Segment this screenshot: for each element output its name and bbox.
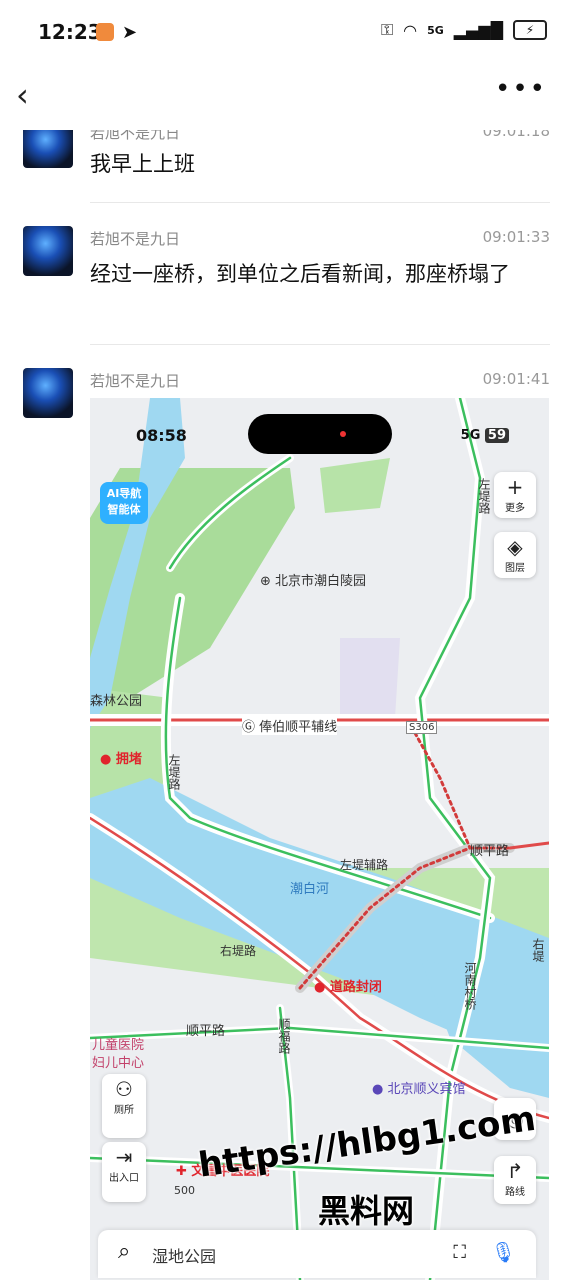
children-hospital-label: 儿童医院 xyxy=(92,1038,145,1053)
layers-icon: ◈ xyxy=(507,535,523,559)
map-status-network: 5G 59 xyxy=(461,428,509,443)
route-button[interactable]: ↱ 路线 xyxy=(494,1156,536,1204)
road-main-label: Ⓖ 俸伯顺平辅线 xyxy=(242,716,338,735)
ai-badge-line2: 智能体 xyxy=(107,503,141,516)
right-bank-road-label: 右堤路 xyxy=(220,944,257,958)
toilet-label: 厕所 xyxy=(114,1105,134,1116)
sender-name: 若旭不是九日 xyxy=(90,230,181,248)
park-label: ⊕ 北京市潮白陵园 xyxy=(260,574,367,589)
shunping-road-label: 顺平路 xyxy=(470,844,510,859)
dynamic-island xyxy=(248,414,392,454)
right-bank-label-2: 右堤 xyxy=(531,938,545,962)
wifi-icon: ◠ xyxy=(403,20,418,40)
message-time: 09:01:41 xyxy=(482,370,550,388)
scroll-mask xyxy=(0,122,573,130)
left-bank-aux-label: 左堤辅路 xyxy=(340,858,389,872)
watermark-site-name: 黑料网 xyxy=(318,1192,415,1230)
battery-icon: ⚡ xyxy=(513,20,547,40)
network-label: 5G xyxy=(427,23,444,37)
divider xyxy=(90,344,550,345)
avatar[interactable] xyxy=(23,124,73,168)
route-icon: ↱ xyxy=(506,1159,524,1183)
voice-icon[interactable]: 🎙 xyxy=(491,1240,516,1264)
shunfu-road-label: 顺福路 xyxy=(277,1018,291,1054)
divider xyxy=(90,202,550,203)
left-bank-road-label: 左堤路 xyxy=(477,478,491,514)
telegram-icon: ➤ xyxy=(122,22,138,43)
avatar[interactable] xyxy=(23,368,73,418)
layers-button[interactable]: ◈ 图层 xyxy=(494,532,536,578)
back-icon[interactable]: ‹ xyxy=(16,76,29,114)
route-label: 路线 xyxy=(505,1187,525,1198)
scale-label: 500 xyxy=(174,1184,195,1197)
entrance-button[interactable]: ⇥ 出入口 xyxy=(102,1142,146,1202)
ai-badge-line1: AI导航 xyxy=(106,487,142,500)
search-placeholder: 湿地公园 xyxy=(152,1247,217,1266)
avatar[interactable] xyxy=(23,226,73,276)
message-text: 我早上上班 xyxy=(90,152,195,176)
message-text: 经过一座桥，到单位之后看新闻，那座桥塌了 xyxy=(90,262,510,286)
scan-icon[interactable]: ⛶ xyxy=(453,1242,466,1263)
henan-bridge-label: 河南村桥 xyxy=(463,962,477,1010)
left-bank-road-label-2: 左堤路 xyxy=(167,754,181,790)
more-label: 更多 xyxy=(505,503,525,514)
message-time: 09:01:33 xyxy=(482,228,550,246)
entrance-icon: ⇥ xyxy=(115,1145,133,1169)
map-search-bar[interactable]: ⌕ 湿地公园 ⛶ 🎙 xyxy=(98,1230,536,1278)
layers-label: 图层 xyxy=(505,563,525,574)
forest-label: 森林公园 xyxy=(90,694,143,709)
chat-nav-bar: ‹ ••• xyxy=(0,64,573,122)
more-options-icon[interactable]: ••• xyxy=(495,74,547,104)
signal-icon: ▂▄▆█ xyxy=(453,20,503,40)
road-code-label: S306 xyxy=(406,721,438,734)
more-button[interactable]: + 更多 xyxy=(494,472,536,518)
status-time: 12:23 xyxy=(38,20,102,44)
search-icon: ⌕ xyxy=(118,1239,131,1264)
hotel-label: ● 北京顺义宾馆 xyxy=(372,1082,466,1097)
maternity-label: 妇儿中心 xyxy=(92,1056,145,1071)
river-label: 潮白河 xyxy=(290,882,330,897)
shunping-road-label-2: 顺平路 xyxy=(186,1024,226,1039)
map-status-time: 08:58 xyxy=(136,426,187,445)
app-badge-icon xyxy=(96,23,114,41)
status-bar: 12:23 ➤ ⚿ ◠ 5G ▂▄▆█ ⚡ xyxy=(0,0,573,64)
plus-icon: + xyxy=(506,475,524,499)
ai-navigation-badge[interactable]: AI导航 智能体 xyxy=(100,482,148,524)
toilet-icon: ⚇ xyxy=(115,1077,133,1101)
entrance-label: 出入口 xyxy=(109,1173,139,1184)
status-icons: ⚿ ◠ 5G ▂▄▆█ ⚡ xyxy=(381,20,547,40)
congestion-label: ● 拥堵 xyxy=(100,752,142,767)
key-icon: ⚿ xyxy=(380,20,394,39)
sender-name: 若旭不是九日 xyxy=(90,372,181,390)
road-closed-label: ● 道路封闭 xyxy=(314,980,382,995)
toilet-button[interactable]: ⚇ 厕所 xyxy=(102,1074,146,1138)
